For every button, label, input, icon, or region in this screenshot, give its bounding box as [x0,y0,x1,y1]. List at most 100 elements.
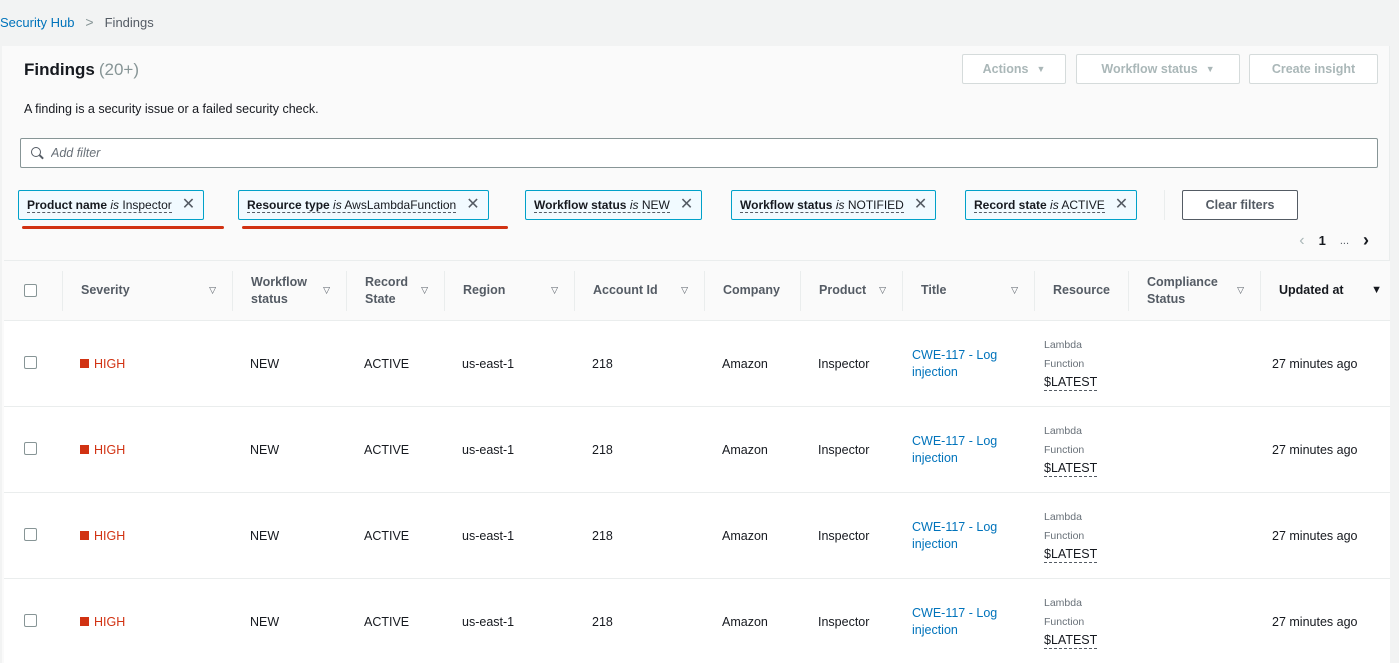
column-record-state[interactable]: Record State ▽ [338,261,436,321]
actions-button[interactable]: Actions ▼ [962,54,1066,84]
remove-filter-close-icon[interactable]: ✕ [1115,197,1128,213]
column-compliance-status[interactable]: Compliance Status ▽ [1120,261,1252,321]
filter-token-resource-type[interactable]: Resource type is AwsLambdaFunction ✕ [238,190,489,220]
column-account-id[interactable]: Account Id ▽ [566,261,696,321]
updated-at-cell: 27 minutes ago [1272,614,1358,629]
severity-cell: HIGH [54,493,224,579]
remove-filter-close-icon[interactable]: ✕ [914,197,927,213]
severity-badge: HIGH [80,615,216,629]
filter-token-workflow-status-notified[interactable]: Workflow status is NOTIFIED ✕ [731,190,937,220]
caret-down-icon: ▼ [1205,64,1215,74]
column-region[interactable]: Region ▽ [436,261,566,321]
sort-desc-icon[interactable]: ▼ [1371,282,1382,299]
finding-title-link[interactable]: CWE-117 - Log injection [912,347,1012,381]
table-row[interactable]: HIGH NEW ACTIVE us-east-1 218 Amazon Ins… [4,407,1390,493]
create-insight-button[interactable]: Create insight [1249,54,1378,84]
resource-id-link[interactable]: $LATEST [1044,632,1098,649]
sort-icon[interactable]: ▽ [681,282,688,299]
chevron-right-icon[interactable]: › [1363,230,1369,251]
row-select-cell [4,321,54,407]
title-cell: CWE-117 - Log injection [894,407,1026,493]
compliance-status-cell [1120,407,1252,493]
table-row[interactable]: HIGH NEW ACTIVE us-east-1 218 Amazon Ins… [4,579,1390,663]
token-value: NOTIFIED [847,197,904,212]
row-checkbox[interactable] [24,613,37,627]
clear-filters-button[interactable]: Clear filters [1182,190,1298,220]
column-label: Product [819,283,867,297]
resource-id-link[interactable]: $LATEST [1044,546,1098,563]
column-workflow-status[interactable]: Workflow status ▽ [224,261,338,321]
finding-title-link[interactable]: CWE-117 - Log injection [912,519,1012,553]
row-select-cell [4,493,54,579]
chevron-left-icon[interactable]: ‹ [1299,232,1304,250]
findings-panel: Findings (20+) A finding is a security is… [2,46,1390,663]
finding-title-link[interactable]: CWE-117 - Log injection [912,433,1012,467]
add-filter-input[interactable] [51,146,1351,160]
resource-cell: Lambda Function $LATEST [1026,493,1120,579]
row-checkbox[interactable] [24,355,37,369]
severity-cell: HIGH [54,579,224,663]
finding-title-link[interactable]: CWE-117 - Log injection [912,605,1012,639]
region-cell: us-east-1 [462,356,515,371]
token-op: is [1050,197,1059,212]
token-value: Inspector [122,197,172,212]
select-all-header [4,261,54,321]
token-key: Resource type [247,197,330,212]
workflow-status-button-label: Workflow status [1101,62,1198,76]
resource-type: Lambda Function [1044,511,1085,542]
filter-token-workflow-status-new[interactable]: Workflow status is NEW ✕ [525,190,703,220]
table-header-row: Severity ▽ Workflow status ▽ Record State ▽… [4,260,1390,321]
row-select-cell [4,579,54,663]
remove-filter-close-icon[interactable]: ✕ [680,197,693,213]
company-cell: Amazon [722,528,768,543]
filter-search-box[interactable] [20,138,1378,168]
severity-cell: HIGH [54,407,224,493]
column-title[interactable]: Title ▽ [894,261,1026,321]
column-severity[interactable]: Severity ▽ [54,261,224,321]
column-label: Title [921,283,947,297]
token-key: Record state [974,197,1047,212]
resource-type: Lambda Function [1044,597,1085,628]
column-label: Updated at [1279,283,1344,297]
severity-badge: HIGH [80,529,216,543]
sort-icon[interactable]: ▽ [323,282,330,299]
token-key: Product name [27,197,108,212]
resource-id-link[interactable]: $LATEST [1044,374,1098,391]
breadcrumb-findings: Findings [104,14,154,30]
select-all-checkbox[interactable] [24,284,37,297]
table-row[interactable]: HIGH NEW ACTIVE us-east-1 218 Amazon Ins… [4,321,1390,407]
token-op: is [835,197,845,212]
column-updated-at[interactable]: Updated at ▼ [1252,261,1390,321]
column-product[interactable]: Product ▽ [792,261,894,321]
breadcrumb-security-hub[interactable]: Security Hub [0,15,74,30]
row-checkbox[interactable] [24,441,37,455]
workflow-status-cell: NEW [250,528,280,543]
sort-icon[interactable]: ▽ [551,282,558,299]
product-cell: Inspector [818,356,870,371]
breadcrumb-separator-icon: > [85,14,94,30]
sort-icon[interactable]: ▽ [1237,282,1244,299]
sort-icon[interactable]: ▽ [879,282,886,299]
resource-id-link[interactable]: $LATEST [1044,460,1098,477]
sort-icon[interactable]: ▽ [421,282,428,299]
resource-type: Lambda Function [1044,339,1085,370]
column-label: Compliance Status [1147,274,1218,306]
row-select-cell [4,407,54,493]
page-number[interactable]: 1 [1319,233,1326,248]
workflow-status-button[interactable]: Workflow status ▼ [1076,54,1240,84]
filter-token-record-state[interactable]: Record state is ACTIVE ✕ [965,190,1138,220]
table-row[interactable]: HIGH NEW ACTIVE us-east-1 218 Amazon Ins… [4,493,1390,579]
row-checkbox[interactable] [24,527,37,541]
sort-icon[interactable]: ▽ [209,282,216,299]
remove-filter-close-icon[interactable]: ✕ [466,197,479,213]
severity-label: HIGH [94,614,126,629]
title-cell: CWE-117 - Log injection [894,321,1026,407]
sort-icon[interactable]: ▽ [1011,282,1018,299]
token-value: ACTIVE [1061,197,1105,212]
updated-at-cell: 27 minutes ago [1272,442,1358,457]
column-company: Company [696,261,792,321]
remove-filter-close-icon[interactable]: ✕ [182,197,195,213]
region-cell: us-east-1 [462,528,515,543]
actions-button-label: Actions [982,62,1029,76]
filter-token-product-name[interactable]: Product name is Inspector ✕ [18,190,205,220]
